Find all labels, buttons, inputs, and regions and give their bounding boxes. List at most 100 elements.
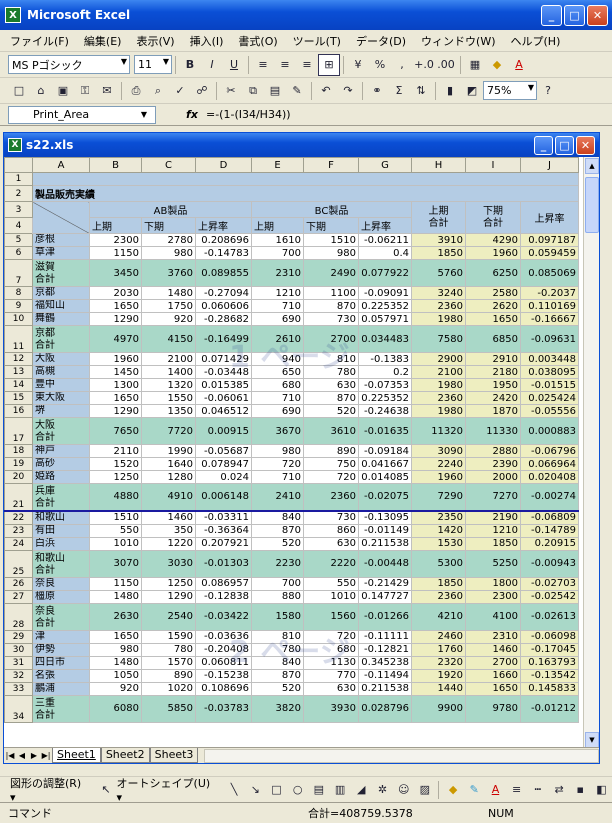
value-cell[interactable]: -0.16667 xyxy=(520,312,579,326)
row-header[interactable]: 27 xyxy=(4,589,33,604)
scroll-up-icon[interactable]: ▲ xyxy=(585,158,599,174)
row-header[interactable]: 20 xyxy=(4,470,33,484)
value-cell[interactable]: 1480 xyxy=(89,655,142,670)
row-header[interactable]: 11 xyxy=(4,325,33,353)
location-cell[interactable]: 姫路 xyxy=(32,470,90,484)
scroll-thumb[interactable] xyxy=(585,177,599,233)
minimize-button[interactable]: _ xyxy=(541,4,562,26)
location-cell[interactable]: 津 xyxy=(32,629,90,644)
value-cell[interactable]: 750 xyxy=(303,457,359,471)
undo-icon[interactable]: ↶ xyxy=(315,80,337,102)
menu-view[interactable]: 表示(V) xyxy=(136,33,174,49)
value-cell[interactable]: 720 xyxy=(251,457,304,471)
value-cell[interactable]: 3930 xyxy=(303,694,359,723)
location-cell[interactable]: 福知山 xyxy=(32,299,90,313)
value-cell[interactable]: -0.09631 xyxy=(520,325,579,353)
horizontal-scrollbar[interactable] xyxy=(204,748,599,763)
value-cell[interactable]: 2240 xyxy=(411,457,466,471)
value-cell[interactable]: 0.225352 xyxy=(358,299,412,313)
value-cell[interactable]: 4150 xyxy=(141,325,196,353)
column-header[interactable]: I xyxy=(465,157,521,173)
value-cell[interactable]: -0.28682 xyxy=(195,312,252,326)
row-header[interactable]: 14 xyxy=(4,378,33,392)
value-cell[interactable]: 1580 xyxy=(251,602,304,631)
workbook-close-button[interactable]: ✕ xyxy=(576,135,595,155)
next-sheet-icon[interactable]: ▶ xyxy=(28,751,40,760)
value-cell[interactable]: 9900 xyxy=(411,694,466,723)
row-header[interactable]: 2 xyxy=(4,185,33,202)
value-cell[interactable]: -0.14783 xyxy=(195,246,252,260)
autoshape-menu[interactable]: オートシェイプ(U) ▾ xyxy=(117,775,216,804)
value-cell[interactable]: 2230 xyxy=(251,549,304,578)
percent-icon[interactable]: % xyxy=(369,54,391,76)
value-cell[interactable]: 1100 xyxy=(303,286,359,300)
zoom-select[interactable]: 75% ▼ xyxy=(483,81,537,100)
picture-icon[interactable]: ▨ xyxy=(414,779,435,801)
row-header[interactable]: 16 xyxy=(4,404,33,418)
value-cell[interactable]: 2420 xyxy=(465,391,521,405)
copy-icon[interactable]: ⧉ xyxy=(242,80,264,102)
value-cell[interactable]: 0.077922 xyxy=(358,259,412,287)
value-cell[interactable]: 1550 xyxy=(141,391,196,405)
value-cell[interactable]: 1850 xyxy=(411,246,466,260)
new-file-icon[interactable]: □ xyxy=(8,80,30,102)
value-cell[interactable]: 1460 xyxy=(465,642,521,657)
location-cell[interactable]: 高槻 xyxy=(32,365,90,379)
value-cell[interactable]: -0.12838 xyxy=(195,589,252,604)
column-header[interactable]: J xyxy=(520,157,579,173)
permission-icon[interactable]: ⚿ xyxy=(74,80,96,102)
spreadsheet-grid[interactable]: A B C D E F G H I J 1 2 製品販売実績 3 AB製品 BC… xyxy=(4,157,584,749)
value-cell[interactable]: 630 xyxy=(303,681,359,696)
value-cell[interactable]: -0.12821 xyxy=(358,642,412,657)
value-cell[interactable]: 1530 xyxy=(411,536,466,551)
value-cell[interactable]: -0.07353 xyxy=(358,378,412,392)
row-header[interactable]: 22 xyxy=(4,510,33,525)
value-cell[interactable]: 0.110169 xyxy=(520,299,579,313)
value-cell[interactable]: 1480 xyxy=(141,286,196,300)
value-cell[interactable]: 2320 xyxy=(411,655,466,670)
row-header[interactable]: 3 xyxy=(4,201,33,218)
header-first[interactable]: 上期 xyxy=(251,217,304,234)
value-cell[interactable]: 2300 xyxy=(465,589,521,604)
rectangle-icon[interactable]: □ xyxy=(266,779,287,801)
cell[interactable] xyxy=(32,172,579,186)
location-cell[interactable]: 和歌山 合計 xyxy=(32,549,90,578)
value-cell[interactable]: 1800 xyxy=(465,576,521,591)
value-cell[interactable]: 3450 xyxy=(89,259,142,287)
column-header[interactable]: C xyxy=(141,157,196,173)
value-cell[interactable]: -0.13542 xyxy=(520,668,579,683)
value-cell[interactable]: 7720 xyxy=(141,417,196,445)
line-color-icon[interactable]: ✎ xyxy=(464,779,485,801)
font-name-select[interactable]: MS Pゴシック ▼ xyxy=(8,55,130,74)
value-cell[interactable]: 0.000883 xyxy=(520,417,579,445)
value-cell[interactable]: 710 xyxy=(251,299,304,313)
row-header[interactable]: 13 xyxy=(4,365,33,379)
value-cell[interactable]: 1020 xyxy=(141,681,196,696)
workbook-maximize-button[interactable]: □ xyxy=(555,135,574,155)
font-color-icon[interactable]: A xyxy=(508,54,530,76)
location-cell[interactable]: 堺 xyxy=(32,404,90,418)
value-cell[interactable]: 1850 xyxy=(465,536,521,551)
value-cell[interactable]: -0.00274 xyxy=(520,483,579,512)
redo-icon[interactable]: ↷ xyxy=(337,80,359,102)
value-cell[interactable]: 2100 xyxy=(141,352,196,366)
value-cell[interactable]: 0.028796 xyxy=(358,694,412,723)
header-first[interactable]: 上期 xyxy=(89,217,142,234)
value-cell[interactable]: -0.01149 xyxy=(358,523,412,538)
value-cell[interactable]: -0.1383 xyxy=(358,352,412,366)
value-cell[interactable]: 0.024 xyxy=(195,470,252,484)
value-cell[interactable]: 0.345238 xyxy=(358,655,412,670)
value-cell[interactable]: 5250 xyxy=(465,549,521,578)
value-cell[interactable]: 1650 xyxy=(89,629,142,644)
value-cell[interactable]: -0.00448 xyxy=(358,549,412,578)
insert-function-icon[interactable]: fx xyxy=(181,108,203,121)
value-cell[interactable]: 2700 xyxy=(465,655,521,670)
value-cell[interactable]: -0.01635 xyxy=(358,417,412,445)
menu-edit[interactable]: 編集(E) xyxy=(84,33,122,49)
value-cell[interactable]: 2540 xyxy=(141,602,196,631)
value-cell[interactable]: 0.060606 xyxy=(195,299,252,313)
value-cell[interactable]: 3070 xyxy=(89,549,142,578)
value-cell[interactable]: -0.05556 xyxy=(520,404,579,418)
value-cell[interactable]: 2360 xyxy=(303,483,359,512)
group-header-bc[interactable]: BC製品 xyxy=(251,201,412,218)
